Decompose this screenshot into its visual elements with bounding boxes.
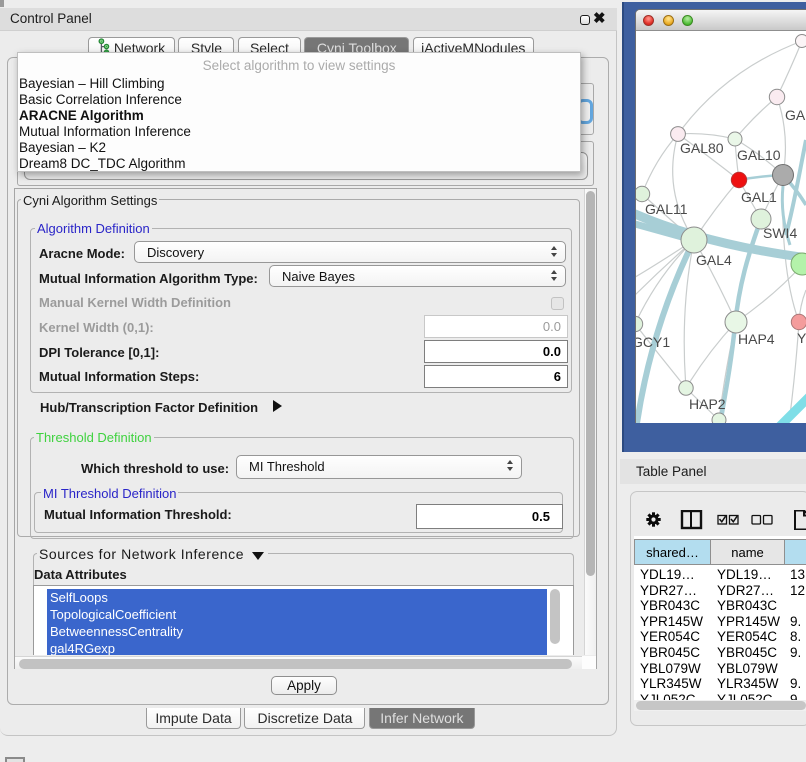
- svg-text:GAL80: GAL80: [680, 140, 724, 156]
- svg-text:GAL11: GAL11: [645, 201, 688, 217]
- svg-text:HAP2: HAP2: [689, 396, 726, 412]
- svg-text:GAL1: GAL1: [741, 189, 777, 205]
- svg-text:SWI4: SWI4: [763, 225, 797, 241]
- svg-text:GCY1: GCY1: [636, 334, 670, 350]
- svg-text:GAL10: GAL10: [737, 147, 781, 163]
- svg-text:Y: Y: [797, 330, 806, 346]
- svg-text:HAP4: HAP4: [738, 331, 775, 347]
- svg-text:GAL7: GAL7: [785, 107, 806, 123]
- svg-text:GAL4: GAL4: [696, 252, 732, 268]
